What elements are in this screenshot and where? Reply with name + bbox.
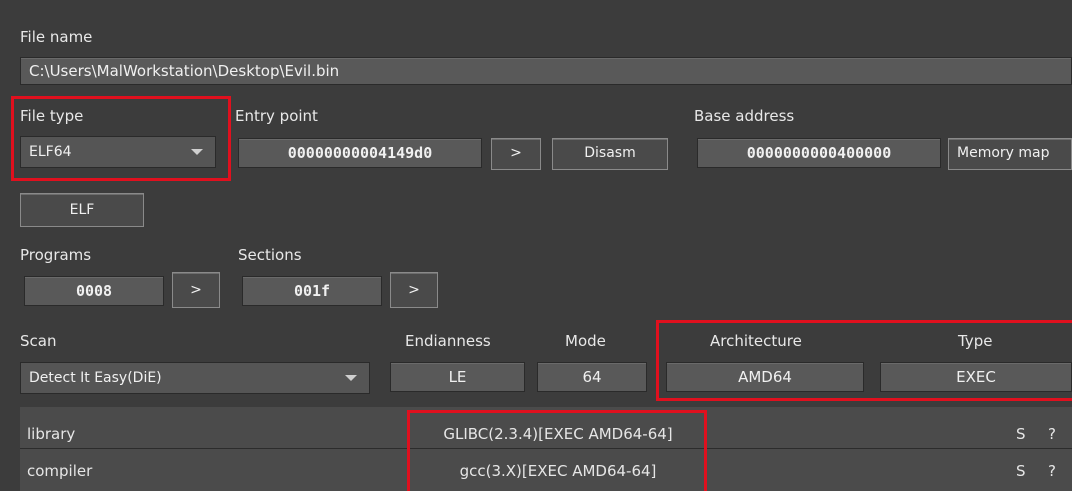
result-name-library: library <box>27 425 76 443</box>
result-help-button-library[interactable]: ? <box>1048 425 1056 443</box>
result-name-compiler: compiler <box>27 462 93 480</box>
chevron-down-icon <box>345 375 357 381</box>
scan-label: Scan <box>20 332 57 350</box>
file-name-label: File name <box>20 28 93 46</box>
base-address-label: Base address <box>694 107 795 125</box>
arch-type-highlight <box>656 320 1072 401</box>
results-highlight <box>407 410 707 491</box>
result-s-button-compiler[interactable]: S <box>1016 462 1026 480</box>
result-help-button-compiler[interactable]: ? <box>1048 462 1056 480</box>
file-name-field[interactable]: C:\Users\MalWorkstation\Desktop\Evil.bin <box>20 57 1072 85</box>
programs-label: Programs <box>20 246 92 264</box>
sections-go-button[interactable]: > <box>390 272 438 308</box>
entry-point-field[interactable]: 00000000004149d0 <box>238 138 482 168</box>
programs-field[interactable]: 0008 <box>24 276 164 306</box>
file-type-highlight <box>11 96 231 181</box>
sections-field[interactable]: 001f <box>242 276 382 306</box>
mode-label: Mode <box>565 332 606 350</box>
memory-map-button[interactable]: Memory map <box>948 138 1072 170</box>
endianness-label: Endianness <box>405 332 491 350</box>
elf-button[interactable]: ELF <box>20 193 144 227</box>
disasm-button[interactable]: Disasm <box>552 138 668 170</box>
entry-point-go-button[interactable]: > <box>491 138 541 170</box>
base-address-field[interactable]: 0000000000400000 <box>697 138 941 168</box>
result-s-button-library[interactable]: S <box>1016 425 1026 443</box>
scan-value: Detect It Easy(DiE) <box>29 370 162 386</box>
scan-select[interactable]: Detect It Easy(DiE) <box>20 362 370 394</box>
entry-point-label: Entry point <box>235 107 318 125</box>
sections-label: Sections <box>238 246 302 264</box>
programs-go-button[interactable]: > <box>172 272 220 308</box>
die-window: { "file_name": { "label": "File name", "… <box>0 0 1072 491</box>
mode-field: 64 <box>537 362 647 392</box>
endianness-field: LE <box>390 362 525 392</box>
